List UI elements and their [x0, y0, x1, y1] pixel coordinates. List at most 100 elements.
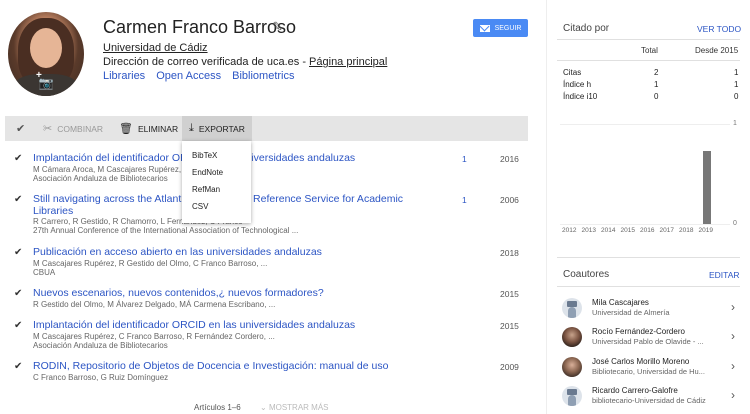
- chevron-right-icon: ›: [731, 359, 735, 373]
- article-authors: M Cascajares Rupérez, C Franco Barroso, …: [33, 332, 275, 341]
- chevron-down-icon: ⌄: [260, 403, 267, 412]
- export-option-endnote[interactable]: EndNote: [182, 164, 251, 181]
- article-venue: Asociación Andaluza de Bibliotecarios: [33, 174, 168, 183]
- article-authors: R Gestido del Olmo, M Álvarez Delgado, M…: [33, 300, 276, 309]
- export-label: EXPORTAR: [198, 123, 245, 134]
- coauthor-affiliation: Universidad Pablo de Olavide - ...: [592, 337, 704, 346]
- article-year: 2015: [500, 321, 519, 331]
- edit-coauthors-link[interactable]: EDITAR: [709, 270, 740, 280]
- x-tick-label: 2014: [601, 227, 616, 234]
- metric-total: 0: [654, 92, 659, 101]
- chart-bar[interactable]: [702, 151, 711, 224]
- article-title[interactable]: Nuevos escenarios, nuevos contenidos,¿ n…: [33, 287, 453, 299]
- metric-since: 1: [734, 68, 739, 77]
- export-option-refman[interactable]: RefMan: [182, 181, 251, 198]
- column-divider: [546, 0, 547, 414]
- x-tick-label: 2019: [698, 227, 713, 234]
- article-checkbox[interactable]: ✔: [14, 247, 22, 258]
- delete-label: ELIMINAR: [137, 123, 179, 134]
- export-option-csv[interactable]: CSV: [182, 198, 251, 215]
- merge-icon: ✂: [43, 123, 53, 135]
- coauthor-item[interactable]: Mila Cascajares Universidad de Almería ›: [557, 296, 742, 324]
- coauthor-item[interactable]: Rocío Fernández-Cordero Universidad Pabl…: [557, 325, 742, 353]
- divider: [557, 60, 740, 61]
- metric-since: 1: [734, 80, 739, 89]
- show-more-button[interactable]: ⌄ MOSTRAR MÁS: [260, 403, 329, 412]
- export-option-bibtex[interactable]: BibTeX: [182, 147, 251, 164]
- x-tick-label: 2012: [562, 227, 577, 234]
- view-all-citations-link[interactable]: VER TODO: [697, 24, 741, 34]
- edit-pencil-icon[interactable]: ✎: [272, 19, 283, 35]
- avatar: [562, 327, 582, 347]
- photo-face: [30, 28, 62, 68]
- download-icon: ⤓: [189, 122, 194, 134]
- article-checkbox[interactable]: ✔: [14, 320, 22, 331]
- coauthor-name: Mila Cascajares: [592, 298, 649, 307]
- trash-icon: 🗑: [119, 123, 133, 135]
- homepage-link[interactable]: Página principal: [309, 56, 387, 68]
- metric-label[interactable]: Índice h: [563, 80, 591, 89]
- follow-label: SEGUIR: [494, 24, 522, 32]
- metric-label[interactable]: Índice i10: [563, 92, 597, 101]
- cited-by-title: Citado por: [563, 23, 610, 34]
- col-total-header: Total: [641, 46, 658, 55]
- camera-icon[interactable]: 📷: [38, 76, 54, 90]
- article-year: 2016: [500, 154, 519, 164]
- article-title[interactable]: Publicación en acceso abierto en las uni…: [33, 246, 453, 258]
- envelope-icon: [479, 24, 490, 32]
- article-title-cont[interactable]: Libraries: [33, 205, 73, 217]
- coauthor-item[interactable]: Ricardo Carrero-Galofre bibliotecario-Un…: [557, 384, 742, 412]
- article-title[interactable]: RODIN, Repositorio de Objetos de Docenci…: [33, 360, 453, 372]
- article-title[interactable]: Implantación del identificador ORCID en …: [33, 319, 453, 331]
- x-tick-label: 2017: [659, 227, 674, 234]
- interest-tag[interactable]: Open Access: [156, 70, 221, 82]
- article-checkbox[interactable]: ✔: [14, 194, 22, 205]
- article-citations[interactable]: 1: [462, 195, 467, 205]
- articles-toolbar: ✔ ✂ COMBINAR 🗑 ELIMINAR ⤓ EXPORTAR: [5, 116, 528, 141]
- interest-tag[interactable]: Libraries: [103, 70, 145, 82]
- select-all-checkbox[interactable]: ✔: [16, 122, 25, 135]
- chevron-right-icon: ›: [731, 388, 735, 402]
- article-checkbox[interactable]: ✔: [14, 153, 22, 164]
- article-year: 2006: [500, 195, 519, 205]
- coauthor-affiliation: Bibliotecario, Universidad de Hu...: [592, 367, 705, 376]
- profile-interests: Libraries Open Access Bibliometrics: [103, 70, 303, 82]
- metric-since: 0: [734, 92, 739, 101]
- article-checkbox[interactable]: ✔: [14, 288, 22, 299]
- article-authors: M Cascajares Rupérez, R Gestido del Olmo…: [33, 259, 268, 268]
- merge-button[interactable]: ✂ COMBINAR: [43, 116, 103, 141]
- article-citations[interactable]: 1: [462, 154, 467, 164]
- article-venue: Asociación Andaluza de Bibliotecarios: [33, 341, 168, 350]
- citations-chart: 1 0 2012 2013 2014 2015 2016 2017 2018 2019: [560, 120, 740, 240]
- divider: [557, 257, 740, 258]
- avatar: [562, 298, 582, 318]
- pagination-range: Artículos 1–6: [194, 403, 241, 412]
- metric-total: 2: [654, 68, 659, 77]
- x-tick-label: 2013: [581, 227, 596, 234]
- profile-photo[interactable]: + 📷: [8, 12, 84, 96]
- coauthor-item[interactable]: José Carlos Morillo Moreno Bibliotecario…: [557, 355, 742, 383]
- export-button[interactable]: ⤓ EXPORTAR: [182, 116, 252, 141]
- interest-tag[interactable]: Bibliometrics: [232, 70, 294, 82]
- article-authors: M Cámara Aroca, M Cascajares Rupérez, ..…: [33, 165, 190, 174]
- delete-button[interactable]: 🗑 ELIMINAR: [119, 116, 178, 141]
- coauthor-affiliation: Universidad de Almería: [592, 308, 670, 317]
- divider: [557, 39, 740, 40]
- coauthor-name: Rocío Fernández-Cordero: [592, 327, 685, 336]
- profile-name: Carmen Franco Barroso: [103, 17, 297, 37]
- profile-affiliation[interactable]: Universidad de Cádiz: [103, 42, 208, 54]
- metric-label[interactable]: Citas: [563, 68, 581, 77]
- article-authors: C Franco Barroso, G Ruiz Domínguez: [33, 373, 169, 382]
- coauthors-title: Coautores: [563, 269, 610, 280]
- metric-total: 1: [654, 80, 659, 89]
- coauthor-name: Ricardo Carrero-Galofre: [592, 386, 678, 395]
- col-since-header: Desde 2015: [695, 46, 739, 55]
- article-checkbox[interactable]: ✔: [14, 361, 22, 372]
- profile-email: Dirección de correo verificada de uca.es…: [103, 56, 387, 68]
- coauthor-affiliation: bibliotecario-Universidad de Cádiz: [592, 396, 706, 405]
- avatar: [562, 386, 582, 406]
- email-verified-text: Dirección de correo verificada de uca.es…: [103, 56, 310, 68]
- follow-button[interactable]: SEGUIR: [473, 19, 528, 37]
- gridline: [560, 224, 730, 225]
- avatar: [562, 357, 582, 377]
